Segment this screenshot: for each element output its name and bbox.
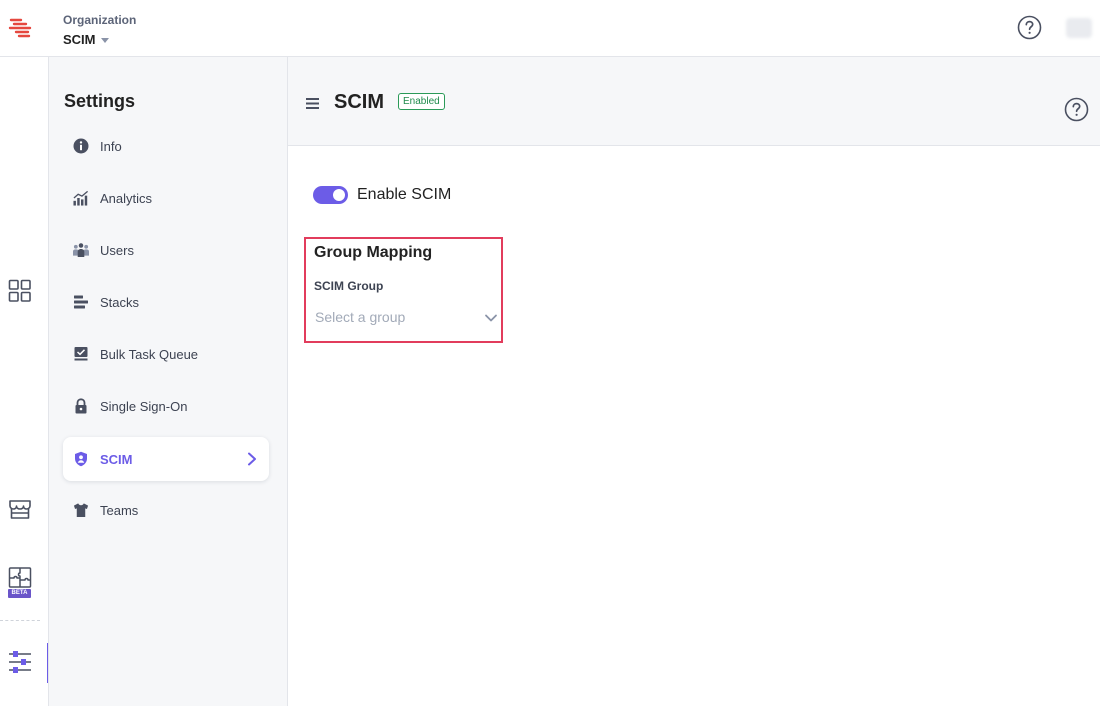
status-badge: Enabled [398, 93, 445, 110]
group-mapping-section: Group Mapping SCIM Group Select a group [304, 237, 503, 343]
settings-sidebar: Settings Info Analytics Users Stacks Bul… [48, 57, 288, 706]
sidebar-item-bulk-task-queue[interactable]: Bulk Task Queue [63, 332, 269, 376]
top-bar: Organization SCIM [0, 0, 1100, 57]
sidebar-item-analytics[interactable]: Analytics [63, 176, 269, 220]
sidebar-item-teams[interactable]: Teams [63, 488, 269, 532]
group-mapping-title: Group Mapping [314, 244, 433, 261]
bulk-task-queue-icon [73, 346, 89, 362]
caret-down-icon [100, 37, 109, 43]
sidebar-item-single-sign-on[interactable]: Single Sign-On [63, 384, 269, 428]
app-rail: BETA [0, 57, 49, 706]
page-title: SCIM [334, 91, 384, 113]
sidebar-item-stacks[interactable]: Stacks [63, 280, 269, 324]
sidebar-item-label: Analytics [100, 190, 153, 206]
info-icon [73, 138, 89, 154]
shirt-icon [73, 502, 89, 518]
enable-scim-toggle[interactable] [313, 186, 348, 204]
analytics-icon [73, 190, 89, 206]
apps-grid-icon[interactable] [8, 279, 32, 303]
rail-divider [0, 620, 40, 621]
help-icon[interactable] [1017, 15, 1042, 40]
organization-name[interactable]: SCIM [63, 32, 136, 47]
toggle-knob [333, 189, 345, 201]
stacks-icon [73, 294, 89, 310]
sidebar-item-label: Bulk Task Queue [100, 346, 199, 362]
sidebar-item-label: Teams [100, 502, 139, 518]
sidebar-item-label: Users [100, 242, 134, 258]
scim-group-select[interactable]: Select a group [314, 305, 498, 331]
scim-group-placeholder: Select a group [315, 309, 406, 325]
logo-icon[interactable] [8, 16, 34, 40]
sidebar-item-label: Single Sign-On [100, 398, 188, 414]
sidebar-item-label: SCIM [100, 451, 133, 467]
puzzle-icon[interactable] [8, 566, 32, 590]
sidebar-item-label: Stacks [100, 294, 140, 310]
marketplace-icon[interactable] [8, 497, 32, 521]
organization-label: Organization [63, 13, 137, 27]
sidebar-title: Settings [64, 91, 136, 111]
organization-name-text: SCIM [63, 32, 96, 47]
hamburger-menu-icon[interactable] [306, 96, 319, 109]
users-icon [73, 242, 89, 258]
sidebar-item-label: Info [100, 138, 122, 154]
scim-group-label: SCIM Group [314, 279, 384, 293]
shield-user-icon [73, 451, 89, 467]
sidebar-item-info[interactable]: Info [63, 124, 269, 168]
organization-switcher[interactable]: Organization SCIM [63, 13, 136, 47]
chevron-right-icon [245, 451, 259, 467]
settings-sliders-icon[interactable] [8, 650, 32, 674]
chevron-down-icon [484, 311, 498, 325]
lock-icon [73, 398, 89, 414]
avatar[interactable] [1066, 18, 1092, 38]
sidebar-item-users[interactable]: Users [63, 228, 269, 272]
enable-scim-label: Enable SCIM [357, 186, 452, 203]
beta-badge: BETA [8, 589, 31, 598]
sidebar-item-scim[interactable]: SCIM [63, 437, 269, 481]
help-icon[interactable] [1064, 97, 1089, 122]
page-header: SCIM Enabled [288, 57, 1100, 146]
